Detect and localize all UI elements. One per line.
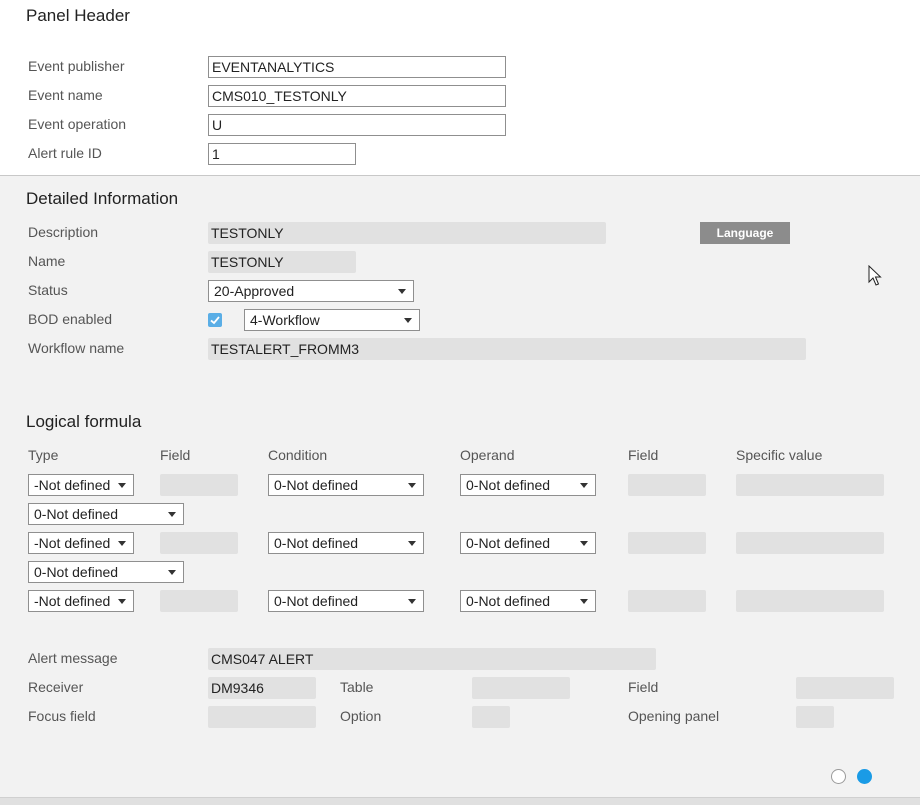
formula-row-3-type-select[interactable]: -Not defined [28,590,134,612]
formula-row-2-type-value: -Not defined [34,535,111,551]
col-field2-header: Field [628,447,659,463]
formula-row-3-field2[interactable] [628,590,706,612]
formula-row-2-condition-select[interactable]: 0-Not defined [268,532,424,554]
mouse-cursor-icon [868,265,882,286]
col-operand-header: Operand [460,447,515,463]
panel-header-title: Panel Header [26,6,130,25]
detailed-information-title: Detailed Information [26,189,179,208]
event-operation-field[interactable]: U [208,114,506,136]
table-label: Table [340,679,374,695]
formula-row-3-specific-value[interactable] [736,590,884,612]
status-select[interactable]: 20-Approved [208,280,414,302]
alert-message-label: Alert message [28,650,118,666]
language-button[interactable]: Language [700,222,790,244]
alert-rule-id-field[interactable]: 1 [208,143,356,165]
workflow-name-field[interactable]: TESTALERT_FROMM3 [208,338,806,360]
formula-row-2-operand-select[interactable]: 0-Not defined [460,532,596,554]
name-label: Name [28,253,66,269]
receiver-field[interactable]: DM9346 [208,677,316,699]
chevron-down-icon [580,599,588,604]
chevron-down-icon [168,512,176,517]
chevron-down-icon [408,483,416,488]
description-field[interactable]: TESTONLY [208,222,606,244]
opening-panel-label: Opening panel [628,708,720,724]
col-type-header: Type [28,447,59,463]
logical-formula-title: Logical formula [26,412,142,431]
bod-enabled-label: BOD enabled [28,311,113,327]
workflow-name-label: Workflow name [28,340,125,356]
receiver-label: Receiver [28,679,84,695]
page-indicator-2[interactable] [857,769,872,784]
opening-panel-field[interactable] [796,706,834,728]
option-label: Option [340,708,382,724]
chevron-down-icon [398,289,406,294]
status-label: Status [28,282,68,298]
col-specific-value-header: Specific value [736,447,823,463]
chevron-down-icon [118,599,126,604]
formula-row-1-condition-select[interactable]: 0-Not defined [268,474,424,496]
formula-row-2-type-select[interactable]: -Not defined [28,532,134,554]
page-indicator-1[interactable] [831,769,846,784]
formula-row-3-type-value: -Not defined [34,593,111,609]
formula-row-1-type-value: -Not defined [34,477,111,493]
chevron-down-icon [580,541,588,546]
col-field-header: Field [160,447,191,463]
formula-row-2-condition-value: 0-Not defined [274,535,359,551]
chevron-down-icon [168,570,176,575]
formula-row-1-specific-value[interactable] [736,474,884,496]
field-field[interactable] [796,677,894,699]
alert-rule-id-label: Alert rule ID [28,145,102,161]
formula-row-1-operand-select[interactable]: 0-Not defined [460,474,596,496]
chevron-down-icon [408,541,416,546]
formula-row-3-condition-select[interactable]: 0-Not defined [268,590,424,612]
formula-row-3-operand-value: 0-Not defined [466,593,551,609]
option-field[interactable] [472,706,510,728]
name-field[interactable]: TESTONLY [208,251,356,273]
chevron-down-icon [118,541,126,546]
formula-row-2-field[interactable] [160,532,238,554]
table-field[interactable] [472,677,570,699]
chevron-down-icon [404,318,412,323]
event-operation-label: Event operation [28,116,127,132]
field-label: Field [628,679,659,695]
formula-row-2-field2[interactable] [628,532,706,554]
formula-row-1-operand-value: 0-Not defined [466,477,551,493]
formula-row-1-field2[interactable] [628,474,706,496]
event-name-field[interactable]: CMS010_TESTONLY [208,85,506,107]
description-label: Description [28,224,99,240]
formula-row-3-field[interactable] [160,590,238,612]
formula-row-1-condition-value: 0-Not defined [274,477,359,493]
formula-row-1-type-select[interactable]: -Not defined [28,474,134,496]
checkmark-icon [210,316,220,325]
focus-field-field[interactable] [208,706,316,728]
bod-type-select[interactable]: 4-Workflow [244,309,420,331]
chevron-down-icon [118,483,126,488]
focus-field-label: Focus field [28,708,96,724]
formula-connector-1-value: 0-Not defined [34,506,119,522]
formula-row-2-operand-value: 0-Not defined [466,535,551,551]
formula-row-2-specific-value[interactable] [736,532,884,554]
event-name-label: Event name [28,87,103,103]
event-publisher-label: Event publisher [28,58,125,74]
bod-type-select-value: 4-Workflow [250,312,320,328]
formula-connector-2-select[interactable]: 0-Not defined [28,561,184,583]
alert-message-field[interactable]: CMS047 ALERT [208,648,656,670]
panel-header-section: Panel Header Event publisher EVENTANALYT… [0,0,920,176]
event-publisher-field[interactable]: EVENTANALYTICS [208,56,506,78]
formula-row-3-condition-value: 0-Not defined [274,593,359,609]
bod-enabled-checkbox[interactable] [208,313,222,327]
formula-row-3-operand-select[interactable]: 0-Not defined [460,590,596,612]
formula-row-1-field[interactable] [160,474,238,496]
formula-connector-1-select[interactable]: 0-Not defined [28,503,184,525]
status-select-value: 20-Approved [214,283,295,299]
chevron-down-icon [408,599,416,604]
bottom-bar [0,797,920,805]
chevron-down-icon [580,483,588,488]
col-condition-header: Condition [268,447,328,463]
formula-connector-2-value: 0-Not defined [34,564,119,580]
